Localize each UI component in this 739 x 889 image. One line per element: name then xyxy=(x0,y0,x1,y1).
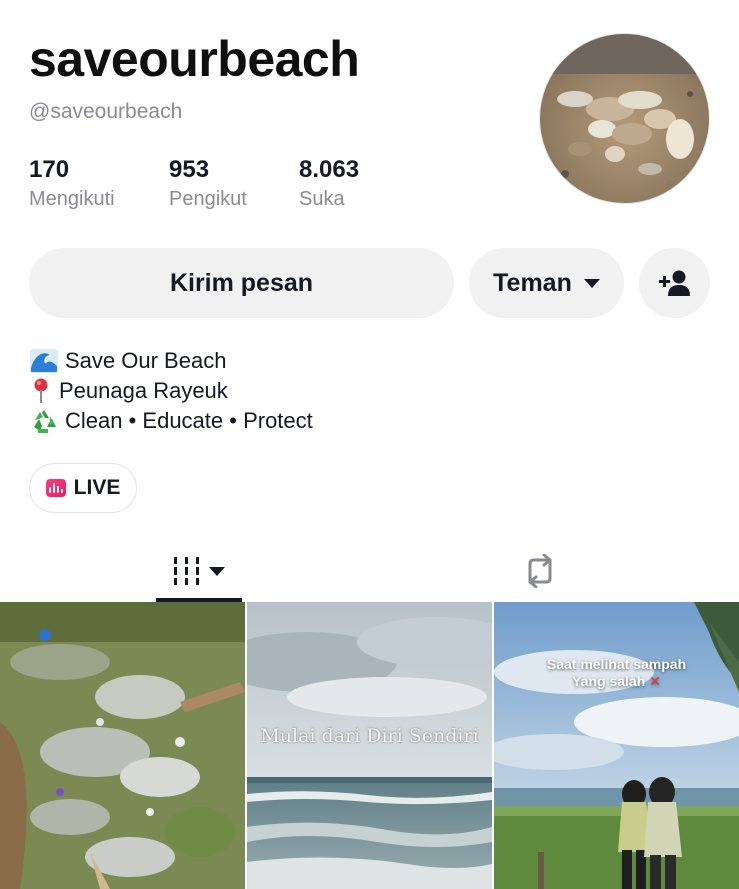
bio-line: Peunaga Rayeuk xyxy=(29,376,313,406)
video-overlay-caption: Mulai dari Diri Sendiri xyxy=(260,725,479,747)
wave-icon xyxy=(29,348,59,374)
thumbnail-image xyxy=(0,602,245,889)
profile-tabs xyxy=(0,540,739,602)
stat-following[interactable]: 170 Mengikuti xyxy=(29,156,169,213)
repost-icon xyxy=(528,554,552,588)
profile-username: saveourbeach xyxy=(29,31,360,87)
stat-followers-label: Pengikut xyxy=(169,188,247,210)
overlay-line1: Saat melihat sampah xyxy=(546,656,687,672)
live-button[interactable]: LIVE xyxy=(29,463,137,513)
live-icon xyxy=(45,479,66,497)
caret-down-icon xyxy=(583,278,600,288)
stat-following-count: 170 xyxy=(29,156,70,183)
send-message-button[interactable]: Kirim pesan xyxy=(29,248,454,318)
thumbnail-image xyxy=(494,602,739,889)
caret-down-icon xyxy=(209,566,225,576)
friend-status-label: Teman xyxy=(493,268,572,297)
grid-icon xyxy=(174,557,199,585)
video-thumbnail[interactable]: Saat melihat sampah Yang salah ✕ xyxy=(494,602,739,889)
red-x-icon: ✕ xyxy=(649,673,661,689)
stat-likes[interactable]: 8.063 Suka xyxy=(299,156,359,213)
video-thumbnail[interactable] xyxy=(0,602,245,889)
profile-handle: @saveourbeach xyxy=(29,100,183,123)
recycle-icon xyxy=(29,408,59,434)
bio-line3-text: Clean • Educate • Protect xyxy=(65,408,313,433)
profile-bio: Save Our Beach Peunaga Rayeuk Clean • Ed… xyxy=(29,346,313,436)
person-add-icon xyxy=(658,270,690,296)
video-overlay-caption: Saat melihat sampah Yang salah ✕ xyxy=(494,656,739,690)
overlay-line2: Yang salah ✕ xyxy=(572,673,661,689)
pin-icon xyxy=(29,378,53,404)
tab-reposts[interactable] xyxy=(505,540,575,602)
video-thumbnail[interactable]: Mulai dari Diri Sendiri xyxy=(247,602,492,889)
tab-videos[interactable] xyxy=(156,540,242,602)
stat-followers-count: 953 xyxy=(169,156,210,183)
bio-line: Save Our Beach xyxy=(29,346,313,376)
profile-stats: 170 Mengikuti 953 Pengikut 8.063 Suka xyxy=(29,156,359,213)
avatar[interactable] xyxy=(539,33,710,204)
avatar-image xyxy=(540,34,709,203)
add-friend-button[interactable] xyxy=(639,248,710,318)
bio-line: Clean • Educate • Protect xyxy=(29,406,313,436)
stat-likes-label: Suka xyxy=(299,188,345,210)
stat-likes-count: 8.063 xyxy=(299,156,360,183)
live-label: LIVE xyxy=(73,476,121,499)
friend-status-button[interactable]: Teman xyxy=(469,248,624,318)
stat-followers[interactable]: 953 Pengikut xyxy=(169,156,299,213)
stat-following-label: Mengikuti xyxy=(29,188,115,210)
bio-line1-text: Save Our Beach xyxy=(65,348,227,373)
bio-line2-text: Peunaga Rayeuk xyxy=(59,378,228,403)
